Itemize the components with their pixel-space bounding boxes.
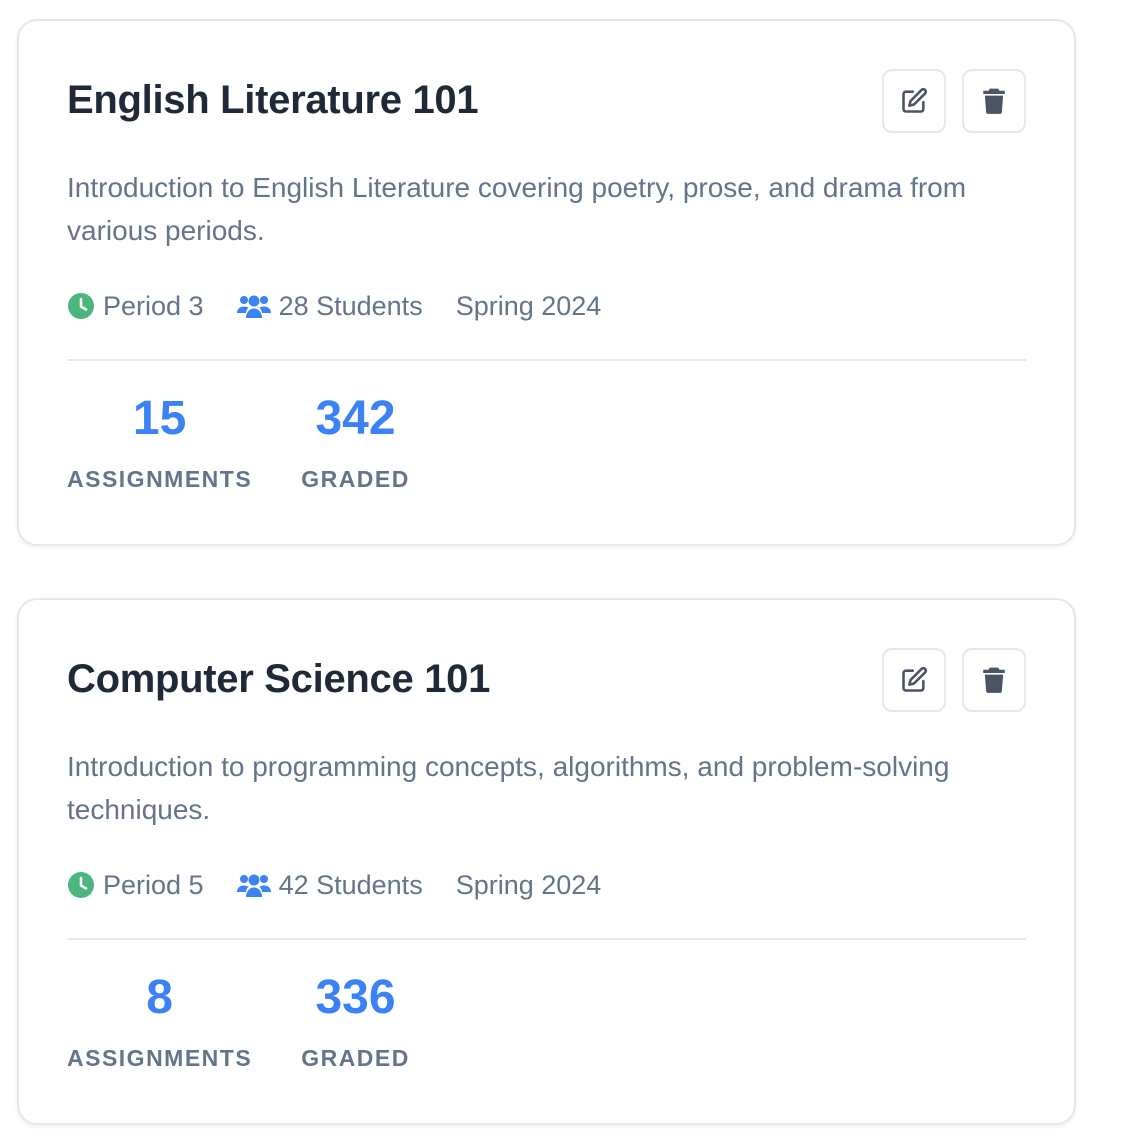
graded-label: GRADED — [301, 466, 410, 492]
course-title: English Literature 101 — [67, 78, 479, 122]
course-stats: 15 ASSIGNMENTS 342 GRADED — [67, 391, 410, 493]
edit-button[interactable] — [882, 69, 946, 133]
course-meta: Period 5 42 Students Spring 2024 — [67, 865, 601, 905]
course-description: Introduction to programming concepts, al… — [67, 751, 950, 825]
course-card: Computer Science 101 Introduction to pro… — [17, 598, 1076, 1125]
period-label: Period 3 — [103, 290, 204, 321]
trash-icon — [981, 666, 1007, 694]
course-meta: Period 3 28 Students Spring 2024 — [67, 286, 601, 326]
edit-icon — [900, 666, 928, 694]
assignments-label: ASSIGNMENTS — [67, 466, 253, 492]
divider — [67, 359, 1026, 361]
graded-stat: 342 GRADED — [301, 391, 410, 493]
course-stats: 8 ASSIGNMENTS 336 GRADED — [67, 970, 410, 1072]
graded-stat: 336 GRADED — [301, 970, 410, 1072]
trash-icon — [981, 87, 1007, 115]
card-actions — [882, 648, 1026, 712]
users-icon — [236, 871, 271, 899]
assignments-count: 15 — [132, 392, 187, 445]
graded-label: GRADED — [301, 1045, 410, 1071]
students-info: 42 Students — [236, 869, 423, 901]
delete-button[interactable] — [962, 69, 1026, 133]
card-actions — [882, 69, 1026, 133]
students-label: 42 Students — [278, 869, 423, 900]
edit-button[interactable] — [882, 648, 946, 712]
students-label: 28 Students — [278, 290, 423, 321]
course-card-list: English Literature 101 Introduction to E… — [0, 0, 1124, 1146]
clock-icon — [67, 871, 95, 899]
edit-icon — [900, 87, 928, 115]
delete-button[interactable] — [962, 648, 1026, 712]
users-icon — [236, 292, 271, 320]
clock-icon — [67, 292, 95, 320]
assignments-stat: 15 ASSIGNMENTS — [67, 391, 252, 493]
term-label: Spring 2024 — [455, 869, 602, 900]
period-info: Period 5 — [67, 870, 204, 901]
assignments-count: 8 — [146, 971, 173, 1024]
course-description: Introduction to English Literature cover… — [67, 172, 967, 246]
course-card: English Literature 101 Introduction to E… — [17, 19, 1076, 546]
assignments-stat: 8 ASSIGNMENTS — [67, 970, 252, 1072]
period-info: Period 3 — [67, 291, 204, 322]
graded-count: 336 — [315, 971, 396, 1024]
students-info: 28 Students — [236, 290, 423, 322]
graded-count: 342 — [315, 392, 396, 445]
course-title: Computer Science 101 — [67, 657, 491, 701]
term-label: Spring 2024 — [455, 290, 602, 321]
period-label: Period 5 — [103, 869, 204, 900]
divider — [67, 938, 1026, 940]
assignments-label: ASSIGNMENTS — [67, 1045, 253, 1071]
